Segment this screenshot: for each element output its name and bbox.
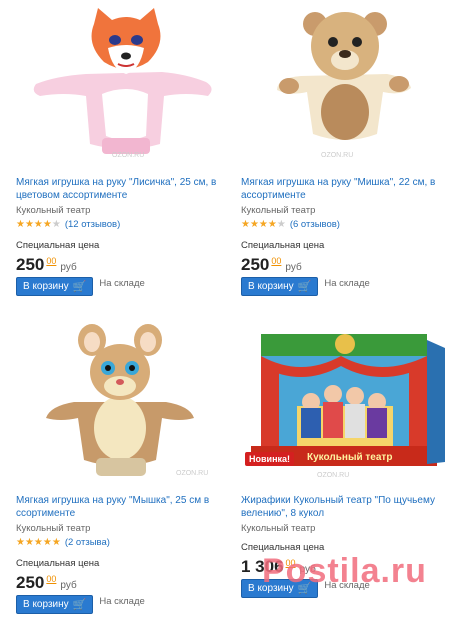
product-card: OZON.RU Мягкая игрушка на руку "Лисичка"… [16, 4, 236, 296]
postila-watermark: Postila.ru [262, 552, 427, 590]
price-cents: 00 [46, 256, 57, 266]
cart-icon: 🛒 [72, 281, 87, 293]
price-amount: 250 [241, 255, 270, 274]
price-amount: 250 [16, 573, 45, 592]
price-currency: руб [285, 262, 302, 273]
stock-status: На складе [99, 278, 145, 289]
product-title[interactable]: Жирафики Кукольный театр "По щучьему вел… [241, 494, 460, 520]
price-label: Специальная цена [16, 558, 100, 569]
price-cents: 00 [46, 574, 57, 584]
product-category: Кукольный театр [16, 205, 91, 216]
rating: ★★★★★ (12 отзывов) [16, 219, 236, 230]
buy-row: В корзину 🛒 На складе [241, 277, 460, 296]
cart-button-label: В корзину [23, 599, 69, 610]
reviews-link[interactable]: (2 отзыва) [65, 537, 110, 548]
price-cents: 00 [271, 256, 282, 266]
product-image-bear[interactable]: OZON.RU [241, 4, 460, 164]
product-title[interactable]: Мягкая игрушка на руку "Мышка", 25 см в … [16, 494, 236, 520]
product-title[interactable]: Мягкая игрушка на руку "Лисичка", 25 см,… [16, 176, 236, 202]
watermark: OZON.RU [112, 152, 145, 159]
stars-icon: ★★★★★ [241, 219, 286, 230]
cart-icon: 🛒 [297, 281, 312, 293]
stars-icon: ★★★★★ [16, 219, 61, 230]
product-card: OZON.RU Мягкая игрушка на руку "Мишка", … [241, 4, 460, 296]
price-currency: руб [60, 262, 77, 273]
product-card: OZON.RU Мягкая игрушка на руку "Мышка", … [16, 322, 236, 614]
product-image-theatre[interactable]: Новинка! Кукольный театр OZON.RU [241, 322, 460, 482]
reviews-link[interactable]: (6 отзывов) [290, 219, 340, 230]
box-label: Кукольный театр [307, 452, 393, 463]
price-label: Специальная цена [241, 240, 325, 251]
add-to-cart-button[interactable]: В корзину 🛒 [16, 277, 94, 296]
cart-button-label: В корзину [248, 281, 294, 292]
stock-status: На складе [99, 596, 145, 607]
add-to-cart-button[interactable]: В корзину 🛒 [16, 595, 94, 614]
buy-row: В корзину 🛒 На складе [16, 595, 236, 614]
add-to-cart-button[interactable]: В корзину 🛒 [241, 277, 319, 296]
buy-row: В корзину 🛒 На складе [16, 277, 236, 296]
watermark: OZON.RU [317, 472, 350, 479]
product-image-fox[interactable]: OZON.RU [16, 4, 236, 164]
fox-puppet-image [33, 8, 212, 154]
price-label: Специальная цена [16, 240, 100, 251]
watermark: OZON.RU [176, 470, 209, 477]
price-amount: 250 [16, 255, 45, 274]
product-category: Кукольный театр [241, 523, 316, 534]
price-currency: руб [60, 580, 77, 591]
product-title[interactable]: Мягкая игрушка на руку "Мишка", 22 см, в… [241, 176, 460, 202]
watermark: OZON.RU [321, 152, 354, 159]
price: 250 00 руб [241, 255, 460, 275]
rating: ★★★★★ (6 отзывов) [241, 219, 460, 230]
cart-icon: 🛒 [72, 599, 87, 611]
product-image-mouse[interactable]: OZON.RU [16, 322, 236, 482]
mouse-puppet-image [46, 324, 194, 476]
stars-icon: ★★★★★ [16, 537, 61, 548]
rating: ★★★★★ (2 отзыва) [16, 537, 236, 548]
price: 250 00 руб [16, 255, 236, 275]
bear-puppet-image [277, 12, 411, 140]
stock-status: На складе [324, 278, 370, 289]
new-badge: Новинка! [245, 452, 295, 466]
reviews-link[interactable]: (12 отзывов) [65, 219, 120, 230]
product-category: Кукольный театр [16, 523, 91, 534]
price: 250 00 руб [16, 573, 236, 593]
product-category: Кукольный театр [241, 205, 316, 216]
cart-button-label: В корзину [23, 281, 69, 292]
